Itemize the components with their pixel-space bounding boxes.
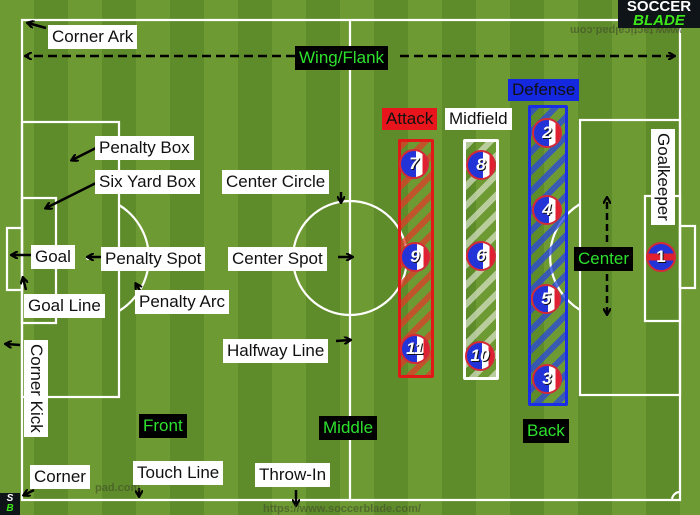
label-center-circle: Center Circle <box>222 170 330 194</box>
group-defense-label: Defense <box>508 79 580 101</box>
player-midfield[interactable]: 8 <box>466 150 496 180</box>
corner-ark-arrow <box>28 23 47 30</box>
player-goalkeeper[interactable]: 1 <box>646 242 676 272</box>
penalty-box-arrow <box>72 146 97 160</box>
corner-arc-bottom-right <box>670 490 681 501</box>
soccerblade-small-logo: S B <box>0 493 20 515</box>
left-goal <box>5 226 24 292</box>
label-goal: Goal <box>31 245 75 269</box>
label-corner-ark: Corner Ark <box>48 25 138 49</box>
label-goalkeeper: Goalkeeper <box>651 129 675 225</box>
goal-line-arrow <box>23 278 26 291</box>
zone-defense <box>528 105 568 406</box>
tag-center: Center <box>574 247 634 271</box>
tag-wing-flank: Wing/Flank <box>295 46 389 70</box>
group-midfield-label: Midfield <box>445 108 512 130</box>
watermark-bottom[interactable]: https://www.soccerblade.com/ <box>263 503 421 515</box>
player-midfield[interactable]: 6 <box>466 241 496 271</box>
label-penalty-box: Penalty Box <box>95 136 194 160</box>
label-corner-kick: Corner Kick <box>24 340 48 437</box>
halfway-line-arrow <box>335 340 350 341</box>
corner-kick-arrow <box>6 344 21 345</box>
logo-line2: BLADE <box>633 12 685 29</box>
soccer-field-diagram: www.tacticalpad.com pad.com https://www.… <box>0 0 700 515</box>
player-defense[interactable]: 3 <box>532 364 562 394</box>
label-halfway-line: Halfway Line <box>223 339 329 363</box>
label-penalty-arc: Penalty Arc <box>135 290 229 314</box>
label-six-yard-box: Six Yard Box <box>95 170 200 194</box>
tag-middle: Middle <box>319 416 378 440</box>
label-corner: Corner <box>30 465 90 489</box>
player-defense[interactable]: 5 <box>531 284 561 314</box>
label-penalty-spot: Penalty Spot <box>101 247 206 271</box>
player-midfield[interactable]: 10 <box>465 341 495 371</box>
group-attack-label: Attack <box>382 108 438 130</box>
label-throw-in: Throw-In <box>255 463 331 487</box>
tag-back: Back <box>523 419 569 443</box>
player-attack[interactable]: 7 <box>399 149 429 179</box>
soccerblade-logo[interactable]: SOCCER BLADE <box>618 0 700 28</box>
six-yard-box-arrow <box>46 181 97 208</box>
label-center-spot: Center Spot <box>228 247 327 271</box>
player-attack[interactable]: 9 <box>400 242 430 272</box>
player-attack[interactable]: 11 <box>400 334 430 364</box>
logo-small-b: B <box>6 503 14 514</box>
corner-arrow <box>24 490 35 495</box>
player-defense[interactable]: 2 <box>532 118 562 148</box>
player-defense[interactable]: 4 <box>532 195 562 225</box>
tag-front: Front <box>139 414 187 438</box>
right-goal <box>678 224 697 290</box>
label-touch-line: Touch Line <box>133 461 224 485</box>
label-goal-line: Goal Line <box>24 294 105 318</box>
